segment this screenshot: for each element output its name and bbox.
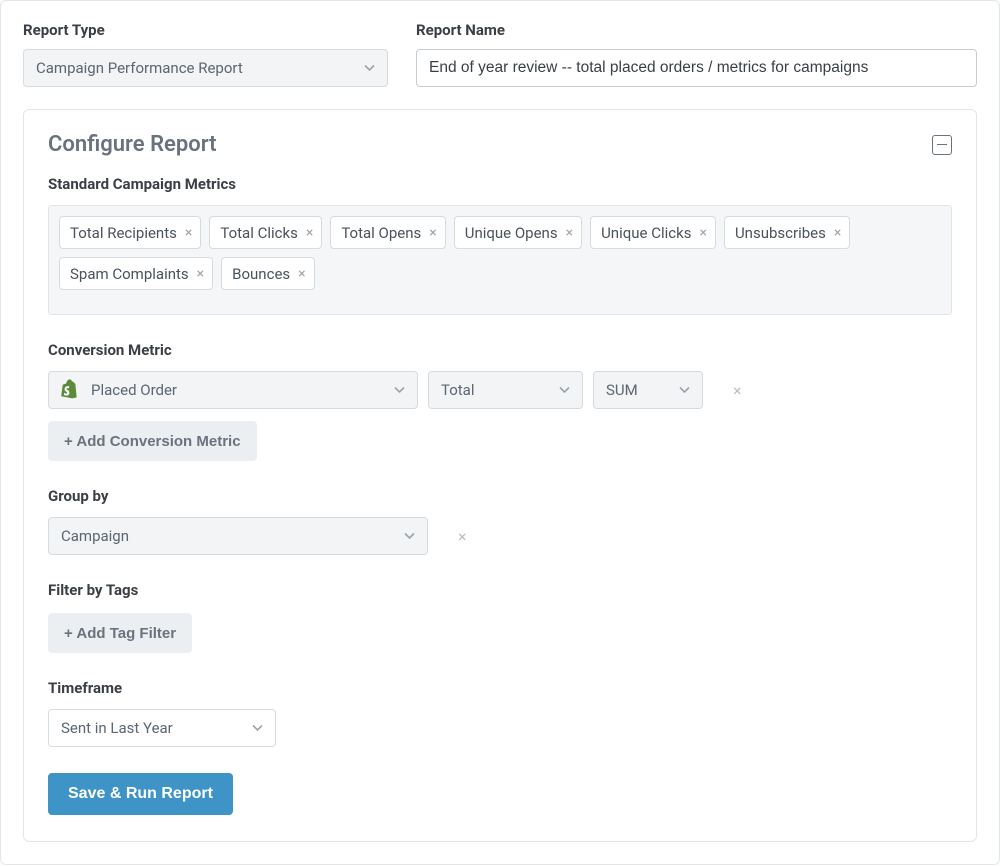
timeframe-select[interactable]: Sent in Last Year	[48, 709, 276, 747]
standard-metrics-label: Standard Campaign Metrics	[48, 175, 952, 193]
configure-title: Configure Report	[48, 132, 217, 157]
report-name-input[interactable]	[416, 49, 977, 87]
conversion-metric-section: Conversion Metric Placed Order Total	[48, 341, 952, 461]
chip-remove-icon[interactable]: ×	[306, 225, 313, 241]
chip-label: Spam Complaints	[70, 265, 189, 283]
metric-chip[interactable]: Spam Complaints ×	[59, 257, 213, 290]
chip-remove-icon[interactable]: ×	[699, 225, 706, 241]
metric-chip[interactable]: Total Recipients ×	[59, 216, 201, 249]
configure-header: Configure Report	[48, 132, 952, 157]
report-type-select[interactable]: Campaign Performance Report	[23, 49, 388, 87]
metric-chip[interactable]: Total Clicks ×	[209, 216, 322, 249]
group-by-value: Campaign	[61, 527, 129, 545]
chip-remove-icon[interactable]: ×	[197, 266, 204, 282]
conversion-metric-row: Placed Order Total SUM ×	[48, 371, 952, 409]
chevron-down-icon	[559, 387, 570, 394]
conversion-aggregation-value: SUM	[606, 381, 638, 399]
chip-remove-icon[interactable]: ×	[429, 225, 436, 241]
report-name-group: Report Name	[416, 21, 977, 87]
metric-chip[interactable]: Unique Opens ×	[454, 216, 582, 249]
filter-by-tags-label: Filter by Tags	[48, 581, 952, 599]
standard-metrics-well[interactable]: Total Recipients × Total Clicks × Total Op…	[48, 205, 952, 315]
chip-label: Total Clicks	[220, 224, 297, 242]
conversion-aggregation-select[interactable]: SUM	[593, 371, 703, 409]
add-tag-filter-button[interactable]: + Add Tag Filter	[48, 613, 192, 653]
group-by-row: Campaign ×	[48, 517, 952, 555]
collapse-button[interactable]	[932, 135, 952, 155]
chevron-down-icon	[394, 387, 405, 394]
configure-report-panel: Configure Report Standard Campaign Metri…	[23, 109, 977, 842]
shopify-icon	[59, 379, 79, 401]
conversion-scope-select[interactable]: Total	[428, 371, 583, 409]
chip-remove-icon[interactable]: ×	[834, 225, 841, 241]
metric-chip[interactable]: Unique Clicks ×	[590, 216, 716, 249]
conversion-metric-label: Conversion Metric	[48, 341, 952, 359]
conversion-metric-select[interactable]: Placed Order	[48, 371, 418, 409]
save-run-report-button[interactable]: Save & Run Report	[48, 773, 233, 815]
chevron-down-icon	[679, 387, 690, 394]
report-type-group: Report Type Campaign Performance Report	[23, 21, 388, 87]
remove-group-by-row[interactable]: ×	[452, 527, 473, 546]
minus-icon	[937, 144, 947, 146]
metric-chip[interactable]: Total Opens ×	[330, 216, 445, 249]
group-by-select[interactable]: Campaign	[48, 517, 428, 555]
chip-remove-icon[interactable]: ×	[566, 225, 573, 241]
report-type-label: Report Type	[23, 21, 388, 39]
chip-label: Total Opens	[341, 224, 421, 242]
chip-remove-icon[interactable]: ×	[185, 225, 192, 241]
timeframe-label: Timeframe	[48, 679, 952, 697]
chip-label: Unsubscribes	[735, 224, 826, 242]
top-row: Report Type Campaign Performance Report …	[23, 21, 977, 87]
chip-label: Total Recipients	[70, 224, 177, 242]
chevron-down-icon	[252, 725, 263, 732]
add-conversion-metric-button[interactable]: + Add Conversion Metric	[48, 421, 257, 461]
timeframe-section: Timeframe Sent in Last Year	[48, 679, 952, 747]
remove-conversion-row[interactable]: ×	[727, 381, 748, 400]
timeframe-value: Sent in Last Year	[61, 719, 173, 737]
chip-label: Bounces	[232, 265, 290, 283]
chevron-down-icon	[364, 65, 375, 72]
group-by-label: Group by	[48, 487, 952, 505]
group-by-section: Group by Campaign ×	[48, 487, 952, 555]
chip-label: Unique Opens	[465, 224, 558, 242]
conversion-metric-value: Placed Order	[91, 381, 177, 399]
chip-label: Unique Clicks	[601, 224, 691, 242]
report-name-label: Report Name	[416, 21, 977, 39]
report-builder-card: Report Type Campaign Performance Report …	[0, 0, 1000, 865]
filter-by-tags-section: Filter by Tags + Add Tag Filter	[48, 581, 952, 653]
chip-remove-icon[interactable]: ×	[298, 266, 305, 282]
chevron-down-icon	[404, 533, 415, 540]
metric-chip[interactable]: Unsubscribes ×	[724, 216, 850, 249]
report-type-value: Campaign Performance Report	[36, 59, 243, 77]
conversion-scope-value: Total	[441, 381, 475, 399]
metric-chip[interactable]: Bounces ×	[221, 257, 315, 290]
